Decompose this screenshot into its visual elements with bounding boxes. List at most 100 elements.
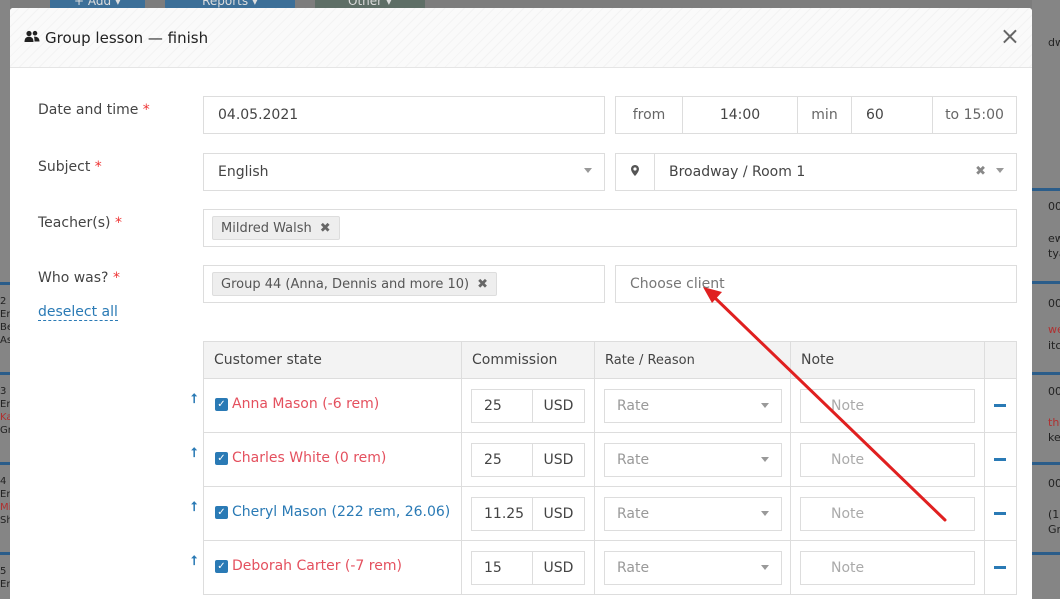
chevron-down-icon (584, 168, 592, 173)
note-input[interactable]: Note (800, 551, 975, 585)
rate-select[interactable]: Rate (604, 497, 782, 531)
remove-tag-icon[interactable]: ✖ (477, 277, 488, 292)
bg-divider (1032, 281, 1060, 284)
close-button[interactable]: × (1000, 24, 1020, 48)
required-mark: * (94, 159, 102, 175)
customer-checkbox[interactable]: ✓ (215, 506, 228, 519)
date-label-text: Date and time (38, 102, 139, 118)
th-rate-reason: Rate / Reason (594, 341, 791, 379)
arrow-up-icon[interactable]: ⭡ (191, 554, 197, 569)
min-addon: min (797, 96, 852, 134)
bg-fragment: itc (1048, 339, 1060, 352)
bg-divider (0, 552, 10, 555)
rate-select-value: Rate (617, 452, 650, 468)
customer-name[interactable]: Cheryl Mason (222 rem, 26.06) (232, 504, 450, 520)
remove-row-icon[interactable] (994, 458, 1006, 461)
commission-input[interactable]: 25 (471, 443, 533, 477)
date-label: Date and time * (38, 102, 150, 118)
clear-icon[interactable]: ✖ (975, 164, 986, 179)
arrow-up-icon[interactable]: ⭡ (191, 500, 197, 515)
bg-fragment: 00 (1048, 477, 1060, 490)
who-was-label-text: Who was? (38, 270, 109, 286)
subject-label: Subject * (38, 159, 102, 175)
group-tag-label: Group 44 (Anna, Dennis and more 10) (221, 276, 470, 292)
customer-name[interactable]: Anna Mason (-6 rem) (232, 396, 379, 412)
background-right-column: dw 00 ew tya 00 we itc 00 the ke 00 (1 G… (1032, 0, 1060, 599)
currency-addon: USD (532, 497, 585, 531)
deselect-all-link[interactable]: deselect all (38, 304, 118, 321)
bg-fragment: 00 (1048, 297, 1060, 310)
group-tag: Group 44 (Anna, Dennis and more 10) ✖ (212, 272, 497, 296)
rate-select-value: Rate (617, 398, 650, 414)
subject-select[interactable]: English (203, 153, 605, 191)
bg-fragment: 2 (0, 296, 7, 307)
to-time-addon: to 15:00 (932, 96, 1017, 134)
choose-client-input[interactable]: Choose client (615, 265, 1017, 303)
bg-fragment: Er (0, 489, 11, 500)
currency-addon: USD (532, 389, 585, 423)
modal-title-text: Group lesson — finish (45, 28, 209, 47)
arrow-up-icon[interactable]: ⭡ (191, 392, 197, 407)
commission-input[interactable]: 11.25 (471, 497, 533, 531)
note-input[interactable]: Note (800, 497, 975, 531)
teachers-label: Teacher(s) * (38, 215, 122, 231)
teacher-tag-label: Mildred Walsh (221, 220, 312, 236)
subject-label-text: Subject (38, 159, 91, 175)
chevron-down-icon (761, 403, 769, 408)
currency-addon: USD (532, 443, 585, 477)
remove-row-icon[interactable] (994, 566, 1006, 569)
customer-name[interactable]: Charles White (0 rem) (232, 450, 386, 466)
rate-select[interactable]: Rate (604, 551, 782, 585)
bg-divider (1032, 372, 1060, 375)
map-pin-icon (631, 164, 639, 180)
remove-tag-icon[interactable]: ✖ (320, 221, 331, 236)
bg-fragment: 00 (1048, 200, 1060, 213)
bg-fragment: ke (1048, 431, 1060, 444)
note-input[interactable]: Note (800, 443, 975, 477)
th-actions (984, 341, 1017, 379)
date-input[interactable]: 04.05.2021 (203, 96, 605, 134)
required-mark: * (142, 102, 150, 118)
location-select[interactable]: Broadway / Room 1 ✖ (654, 153, 1017, 191)
bg-divider (1032, 552, 1060, 555)
group-multiselect[interactable]: Group 44 (Anna, Dennis and more 10) ✖ (203, 265, 605, 303)
modal-header: Group lesson — finish × (10, 8, 1032, 68)
background-left-column: 2 Er Be As 3 Er Ka Gr 4 Er Mi Sh 5 Er (0, 0, 13, 599)
from-addon: from (615, 96, 683, 134)
customer-name[interactable]: Deborah Carter (-7 rem) (232, 558, 402, 574)
customer-checkbox[interactable]: ✓ (215, 452, 228, 465)
minutes-input[interactable]: 60 (851, 96, 933, 134)
commission-input[interactable]: 25 (471, 389, 533, 423)
bg-fragment: 5 (0, 566, 7, 577)
rate-select[interactable]: Rate (604, 443, 782, 477)
chevron-down-icon (761, 511, 769, 516)
bg-fragment: 3 (0, 386, 7, 397)
bg-divider (0, 282, 10, 285)
th-note: Note (790, 341, 985, 379)
time-from-input[interactable]: 14:00 (682, 96, 798, 134)
group-lesson-modal: Group lesson — finish × Date and time * … (10, 8, 1032, 599)
th-customer-state: Customer state (203, 341, 462, 379)
rate-select-value: Rate (617, 506, 650, 522)
customer-checkbox[interactable]: ✓ (215, 560, 228, 573)
bg-divider (0, 462, 10, 465)
chevron-down-icon (761, 457, 769, 462)
teachers-multiselect[interactable]: Mildred Walsh ✖ (203, 209, 1017, 247)
arrow-up-icon[interactable]: ⭡ (191, 446, 197, 461)
rate-select[interactable]: Rate (604, 389, 782, 423)
bg-fragment: we (1048, 323, 1060, 336)
bg-fragment: ew (1048, 232, 1060, 245)
currency-addon: USD (532, 551, 585, 585)
remove-row-icon[interactable] (994, 404, 1006, 407)
who-was-label: Who was? * (38, 270, 120, 286)
bg-divider (1032, 188, 1060, 191)
bg-fragment: (1 (1048, 508, 1060, 521)
rate-select-value: Rate (617, 560, 650, 576)
customer-checkbox[interactable]: ✓ (215, 398, 228, 411)
commission-input[interactable]: 15 (471, 551, 533, 585)
note-input[interactable]: Note (800, 389, 975, 423)
remove-row-icon[interactable] (994, 512, 1006, 515)
required-mark: * (114, 215, 122, 231)
required-mark: * (112, 270, 120, 286)
bg-fragment: Gr (1048, 523, 1060, 536)
